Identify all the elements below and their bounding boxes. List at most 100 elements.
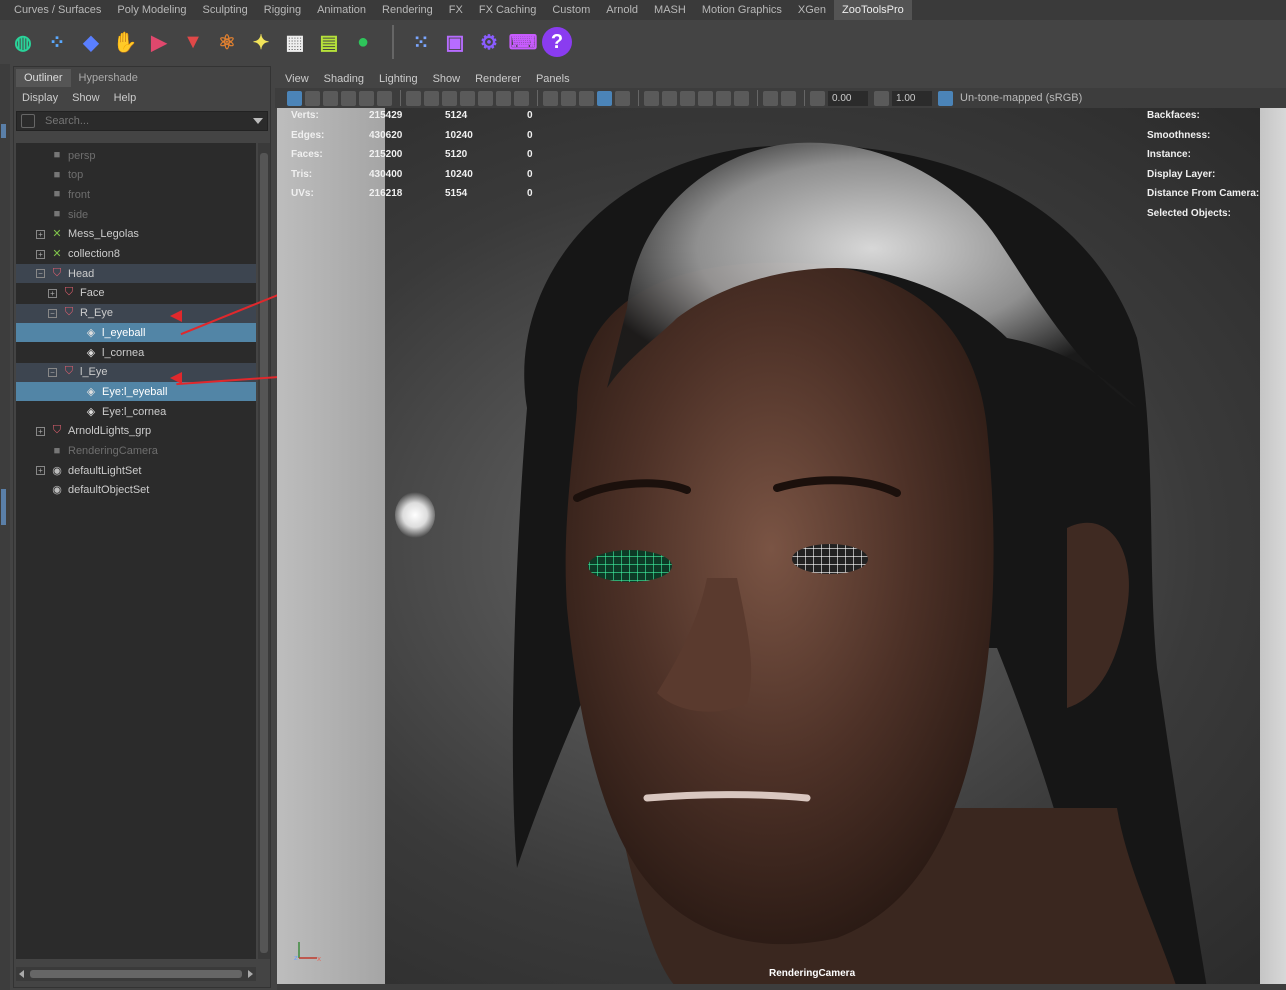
expand-toggle-icon[interactable]: + [36,466,45,476]
outliner-row[interactable]: ■ top [16,166,256,185]
outliner-row[interactable]: + ⛉ Face [16,284,256,303]
zoo-help-icon[interactable]: ? [542,27,572,57]
menu-panels[interactable]: Panels [536,73,570,85]
zoo-dots-icon[interactable]: ⁙ [406,27,436,57]
shelf-tab[interactable]: Custom [544,0,598,20]
grease-pencil-icon[interactable] [377,90,392,106]
outliner-row[interactable]: − ⛉ l_Eye [16,362,256,382]
gate-mask-icon[interactable] [579,90,594,106]
menu-help[interactable]: Help [114,92,137,104]
outliner-row[interactable]: − ⛉ Head [16,264,256,284]
expand-toggle-icon[interactable]: + [36,426,45,436]
outliner-row[interactable]: + ✕ collection8 [16,245,256,264]
menu-lighting[interactable]: Lighting [379,73,418,85]
scroll-right-icon[interactable] [248,970,253,978]
safe-area-icon[interactable] [478,90,493,106]
menu-display[interactable]: Display [22,92,58,104]
outliner-row[interactable]: ■ front [16,185,256,204]
gamma-icon[interactable] [810,90,825,106]
shelf-tab[interactable]: ZooToolsPro [834,0,912,20]
outliner-row[interactable]: + ✕ Mess_Legolas [16,225,256,244]
outliner-row[interactable]: ◉ defaultObjectSet [16,481,256,500]
zoo-gear-icon[interactable]: ⚙ [474,27,504,57]
bookmark-icon[interactable] [323,90,338,106]
zoo-keyboard-icon[interactable]: ⌨ [508,27,538,57]
xray-icon[interactable] [514,90,529,106]
expand-toggle-icon[interactable]: − [36,269,45,279]
outliner-row[interactable]: + ◉ defaultLightSet [16,461,256,480]
dots-icon[interactable]: ⁘ [42,27,72,57]
outliner-row[interactable]: ■ side [16,205,256,224]
atom-icon[interactable]: ⚛ [212,27,242,57]
outliner-row[interactable]: + ⛉ ArnoldLights_grp [16,422,256,441]
shelf-tab[interactable]: FX Caching [471,0,544,20]
expand-toggle-icon[interactable]: − [48,308,57,318]
shelf-tab[interactable]: Arnold [598,0,646,20]
image-plane-icon[interactable] [341,90,356,106]
menu-shading[interactable]: Shading [324,73,364,85]
outliner-horizontal-scrollbar[interactable] [16,967,256,981]
isolate-select-icon[interactable] [763,90,778,106]
field-chart-icon[interactable] [561,90,576,106]
checker-icon[interactable]: ▦ [280,27,310,57]
cube-icon[interactable]: ◆ [76,27,106,57]
3d-viewport[interactable]: Verts: 215429 5124 0 Edges: 430620 10240 0 Faces… [277,108,1286,988]
menu-show[interactable]: Show [433,73,461,85]
shelf-tab[interactable]: Poly Modeling [109,0,194,20]
shelf-tab[interactable]: Animation [309,0,374,20]
outliner-row[interactable]: ■ RenderingCamera [16,442,256,461]
scroll-thumb[interactable] [260,153,268,953]
lock-camera-icon[interactable] [424,90,439,106]
textured-icon[interactable] [662,90,677,106]
shelf-tab[interactable]: Curves / Surfaces [6,0,109,20]
exposure-field[interactable]: 1.00 [892,90,932,106]
film-gate-icon[interactable] [442,90,457,106]
default-light-icon[interactable] [644,90,659,106]
outliner-row[interactable]: − ⛉ R_Eye [16,303,256,323]
sphere-icon[interactable]: ● [348,27,378,57]
rig-icon[interactable]: ✋ [110,27,140,57]
tab-hypershade[interactable]: Hypershade [71,69,146,87]
expand-toggle-icon[interactable]: + [48,288,57,298]
shelf-tab[interactable]: XGen [790,0,834,20]
xray-joints-icon[interactable] [781,90,796,106]
scroll-thumb[interactable] [30,970,242,978]
scroll-left-icon[interactable] [19,970,24,978]
isolate-icon[interactable] [496,90,511,106]
expand-toggle-icon[interactable]: + [36,249,45,259]
bulb-icon[interactable]: ✦ [246,27,276,57]
chevron-down-icon[interactable] [253,118,263,124]
resolution-gate-icon[interactable] [460,90,475,106]
paint-icon[interactable]: ▼ [178,27,208,57]
wireframe-icon[interactable] [597,90,612,106]
colorspace-label[interactable]: Un-tone-mapped (sRGB) [960,92,1082,104]
exposure-icon[interactable] [874,90,889,106]
shelf-tab[interactable]: Motion Graphics [694,0,790,20]
camera-icon[interactable]: ▶ [144,27,174,57]
outliner-row[interactable]: ◈ Eye:l_eyeball [16,382,256,402]
outliner-row[interactable]: ◈ l_cornea [16,343,256,362]
clapper-icon[interactable]: ▤ [314,27,344,57]
shadow-icon[interactable] [680,90,695,106]
camera-icon[interactable] [406,90,421,106]
shelf-tab[interactable]: Rendering [374,0,441,20]
tab-outliner[interactable]: Outliner [16,69,71,87]
expand-toggle-icon[interactable]: + [36,229,45,239]
shelf-tab[interactable]: Sculpting [195,0,256,20]
outliner-row[interactable]: ■ persp [16,146,256,165]
aa-icon[interactable] [716,90,731,106]
expand-toggle-icon[interactable]: − [48,367,57,377]
outliner-row[interactable]: ◈ Eye:l_cornea [16,402,256,421]
menu-show[interactable]: Show [72,92,100,104]
select-camera-icon[interactable] [287,90,302,106]
gamma-field[interactable]: 0.00 [828,90,868,106]
color-management-icon[interactable] [938,90,953,106]
menu-renderer[interactable]: Renderer [475,73,521,85]
smooth-shade-icon[interactable] [615,90,630,106]
search-input[interactable] [43,113,243,129]
ao-icon[interactable] [698,90,713,106]
outliner-vertical-scrollbar[interactable] [258,143,270,959]
outliner-row[interactable]: ◈ l_eyeball [16,323,256,343]
globe-icon[interactable]: ◍ [8,27,38,57]
shelf-tab[interactable]: FX [441,0,471,20]
